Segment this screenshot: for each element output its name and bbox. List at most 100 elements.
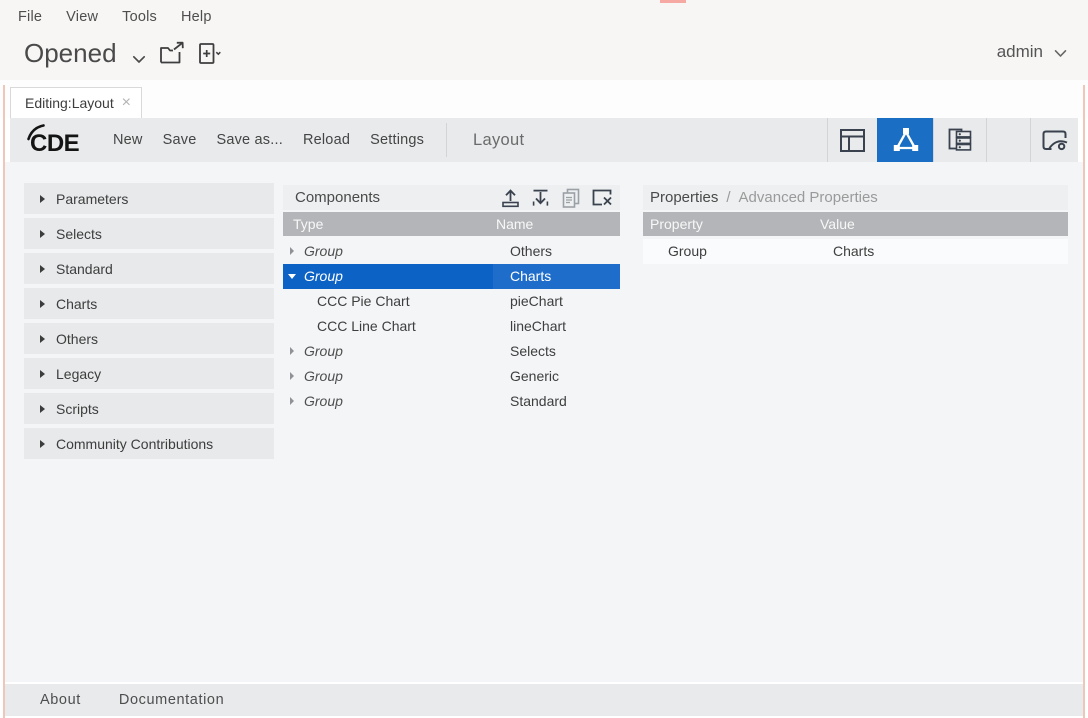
- component-type-cell: Group: [304, 339, 343, 364]
- component-name-cell: lineChart: [510, 314, 566, 339]
- component-row-piechart[interactable]: CCC Pie Chart pieChart: [283, 289, 620, 314]
- tab-label: Editing:Layout: [25, 95, 122, 111]
- toolbar-menu: NewSaveSave as...ReloadSettings: [103, 118, 434, 162]
- tab-editing-layout[interactable]: Editing:Layout ×: [10, 87, 142, 118]
- menu-item-view[interactable]: View: [66, 9, 98, 25]
- toolbar-button-reload[interactable]: Reload: [293, 132, 360, 148]
- chevron-down-icon: [1054, 43, 1067, 63]
- property-row-group[interactable]: Group Charts: [643, 239, 1068, 264]
- expand-arrow-icon: [40, 335, 45, 343]
- open-folder-icon: [158, 53, 186, 70]
- duplicate-button[interactable]: [560, 187, 582, 209]
- components-panel-button[interactable]: [877, 118, 933, 162]
- sidebar-item-standard[interactable]: Standard: [24, 253, 274, 284]
- component-row-charts[interactable]: Group Charts: [283, 264, 620, 289]
- footer-link-about[interactable]: About: [40, 692, 81, 708]
- footer-bar: About Documentation: [5, 684, 1083, 716]
- component-type-cell: CCC Line Chart: [317, 314, 416, 339]
- column-header-property: Property: [650, 212, 703, 236]
- footer-link-documentation[interactable]: Documentation: [119, 692, 224, 708]
- toolbar-button-save[interactable]: Save: [153, 132, 207, 148]
- expand-arrow-icon: [40, 300, 45, 308]
- expand-icon[interactable]: [290, 372, 294, 380]
- cde-toolbar: CDE NewSaveSave as...ReloadSettings Layo…: [10, 118, 1078, 162]
- tab-advanced-properties[interactable]: Advanced Properties: [739, 189, 878, 206]
- active-panel-title: Layout: [473, 118, 524, 162]
- new-file-icon: [197, 53, 223, 70]
- tab-strip: Editing:Layout ×: [0, 80, 1088, 118]
- toolbar-button-settings[interactable]: Settings: [360, 132, 434, 148]
- open-file-button[interactable]: [158, 41, 186, 71]
- sidebar-item-label: Parameters: [56, 191, 128, 207]
- component-row-selects[interactable]: Group Selects: [283, 339, 620, 364]
- component-row-standard[interactable]: GroupStandard: [283, 389, 620, 414]
- shift-up-button[interactable]: [500, 188, 521, 208]
- pink-right-edge: [1083, 85, 1085, 718]
- menu-item-file[interactable]: File: [18, 9, 42, 25]
- cde-logo: CDE: [27, 124, 91, 161]
- expand-arrow-icon: [40, 405, 45, 413]
- component-type-cell: CCC Pie Chart: [317, 289, 410, 314]
- top-header: File View Tools Help Opened admin: [0, 0, 1088, 80]
- sidebar-item-selects[interactable]: Selects: [24, 218, 274, 249]
- opened-dropdown[interactable]: Opened: [24, 36, 146, 71]
- user-menu[interactable]: admin: [997, 40, 1067, 63]
- sidebar-item-charts[interactable]: Charts: [24, 288, 274, 319]
- sidebar-item-label: Legacy: [56, 366, 101, 382]
- component-name-cell: Generic: [510, 364, 559, 389]
- properties-tab-separator: /: [726, 189, 730, 206]
- components-actions: [500, 187, 613, 209]
- shift-down-button[interactable]: [530, 188, 551, 208]
- pink-top-mark: [660, 0, 686, 3]
- column-header-value: Value: [820, 212, 855, 236]
- sidebar-item-label: Community Contributions: [56, 436, 213, 452]
- sidebar-item-scripts[interactable]: Scripts: [24, 393, 274, 424]
- properties-table-body: Group Charts: [643, 239, 1068, 264]
- expand-icon[interactable]: [290, 247, 294, 255]
- component-name-cell: Selects: [510, 339, 556, 364]
- collapse-icon[interactable]: [288, 274, 296, 279]
- component-name-cell: Others: [510, 239, 552, 264]
- property-name-cell: Group: [668, 239, 707, 264]
- menu-item-tools[interactable]: Tools: [122, 9, 157, 25]
- svg-text:CDE: CDE: [30, 130, 80, 156]
- components-table-header: Type Name: [283, 212, 620, 236]
- component-name-cell: Standard: [510, 389, 567, 414]
- layout-panel-button[interactable]: [827, 118, 877, 162]
- component-row-others[interactable]: GroupOthers: [283, 239, 620, 264]
- toolbar-button-new[interactable]: New: [103, 132, 153, 148]
- sidebar-item-others[interactable]: Others: [24, 323, 274, 354]
- layout-panel-icon: [839, 128, 866, 153]
- tab-properties[interactable]: Properties: [650, 189, 718, 206]
- component-row-linechart[interactable]: CCC Line Chart lineChart: [283, 314, 620, 339]
- column-header-name: Name: [496, 212, 533, 236]
- expand-arrow-icon: [40, 370, 45, 378]
- sidebar-item-community-contributions[interactable]: Community Contributions: [24, 428, 274, 459]
- component-name-cell: pieChart: [510, 289, 563, 314]
- delete-button[interactable]: [591, 188, 613, 208]
- components-table-body: GroupOthersGroupChartsCCC Pie ChartpieCh…: [283, 239, 620, 414]
- toolbar-button-save-as[interactable]: Save as...: [206, 132, 292, 148]
- sidebar-item-legacy[interactable]: Legacy: [24, 358, 274, 389]
- property-value-cell[interactable]: Charts: [833, 239, 874, 264]
- menubar: File View Tools Help: [18, 0, 212, 33]
- expand-icon[interactable]: [290, 347, 294, 355]
- component-row-generic[interactable]: GroupGeneric: [283, 364, 620, 389]
- chevron-down-icon: [132, 40, 146, 71]
- close-icon[interactable]: ×: [122, 95, 131, 111]
- component-type-cell: Group: [304, 264, 343, 289]
- menu-item-help[interactable]: Help: [181, 9, 212, 25]
- components-panel-header: Components: [283, 185, 620, 210]
- expand-icon[interactable]: [290, 397, 294, 405]
- sidebar-item-label: Others: [56, 331, 98, 347]
- preview-button[interactable]: [1030, 118, 1078, 162]
- component-name-cell: Charts: [510, 264, 551, 289]
- expand-arrow-icon: [40, 230, 45, 238]
- expand-arrow-icon: [40, 265, 45, 273]
- datasources-panel-button[interactable]: [933, 118, 986, 162]
- main-work-area: ParametersSelectsStandardChartsOthersLeg…: [5, 162, 1083, 682]
- new-file-button[interactable]: [197, 41, 223, 71]
- sidebar-item-parameters[interactable]: Parameters: [24, 183, 274, 214]
- datasources-panel-icon: [947, 127, 974, 153]
- components-sidebar: Parameters Selects Standard Charts Others Leg…: [24, 183, 274, 463]
